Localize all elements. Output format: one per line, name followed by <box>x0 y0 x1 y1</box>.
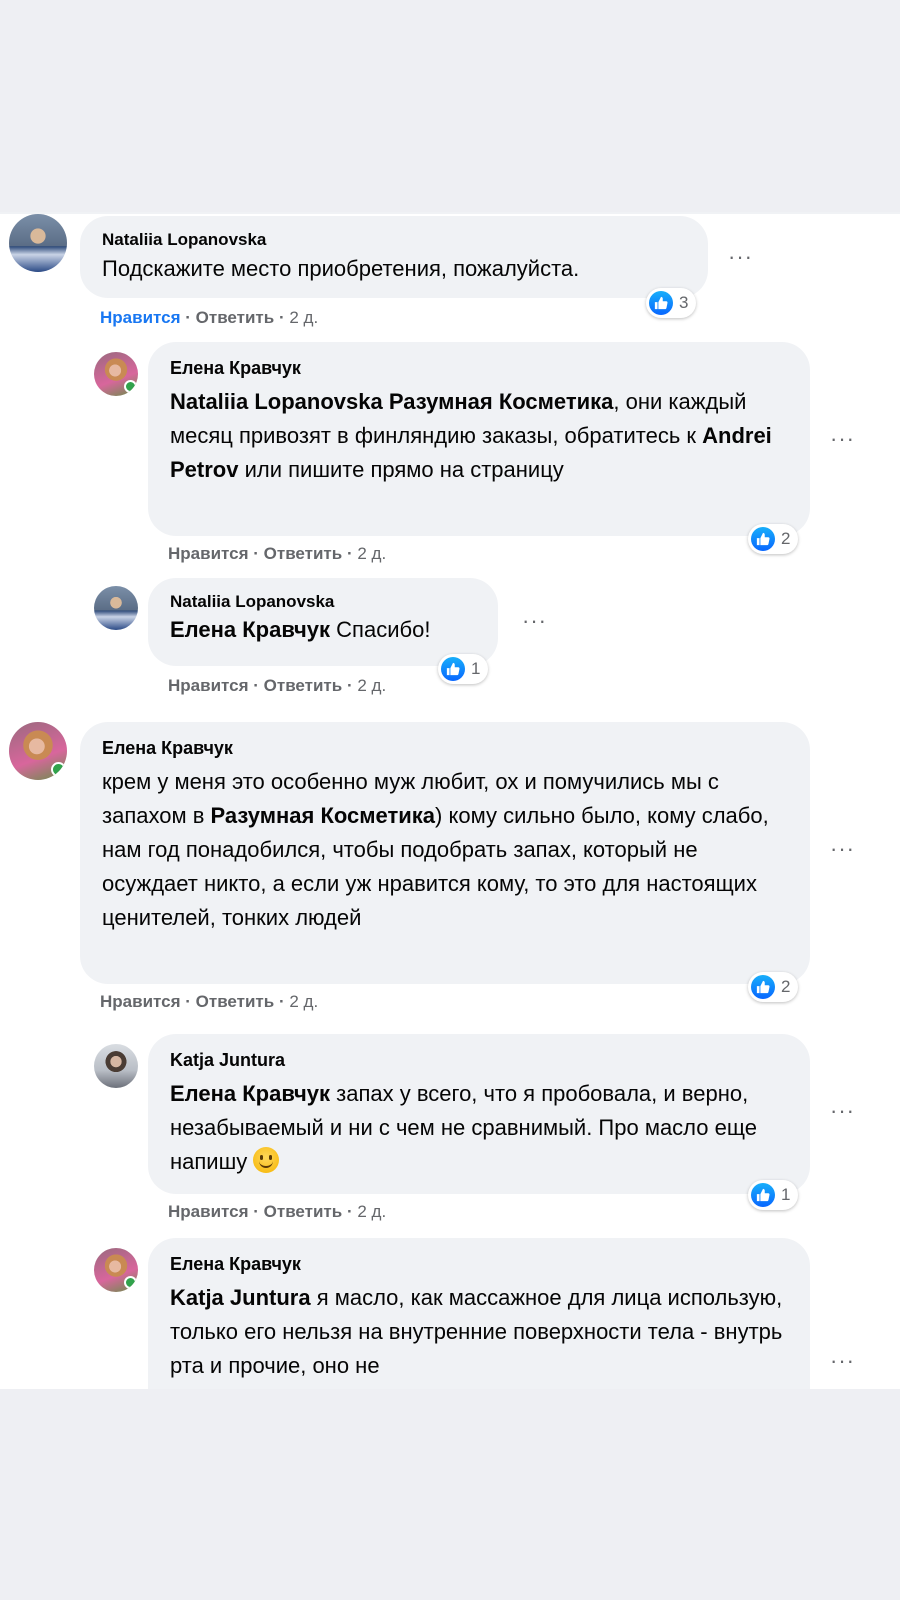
separator: · <box>253 544 259 563</box>
mention-link[interactable]: Nataliia Lopanovska Разумная Косметика <box>170 389 613 414</box>
comment: Елена Кравчук Katja Juntura я масло, как… <box>0 1238 900 1389</box>
smile-emoji-icon <box>253 1147 280 1173</box>
comment-actions: Нравится · Ответить · 2 д. <box>100 308 318 328</box>
like-button[interactable]: Нравится <box>100 308 181 327</box>
comment-text: Katja Juntura я масло, как массажное для… <box>170 1285 783 1378</box>
more-options-icon[interactable]: ··· <box>522 610 547 632</box>
mention-link[interactable]: Разумная Косметика <box>211 803 436 828</box>
avatar[interactable] <box>94 1248 138 1292</box>
reaction-count[interactable]: 3 <box>646 288 697 318</box>
comment: Nataliia Lopanovska Подскажите место при… <box>0 214 900 334</box>
separator: · <box>185 308 191 327</box>
mention-link[interactable]: Елена Кравчук <box>170 617 330 642</box>
separator: · <box>278 308 285 327</box>
like-reaction-icon <box>751 527 775 551</box>
timestamp[interactable]: 2 д. <box>289 992 318 1011</box>
avatar[interactable] <box>9 214 67 272</box>
mention-link[interactable]: Katja Juntura <box>170 1285 311 1310</box>
comment: Елена Кравчук Nataliia Lopanovska Разумн… <box>0 342 900 572</box>
more-options-icon[interactable]: ··· <box>830 838 855 860</box>
separator: · <box>185 992 191 1011</box>
more-options-icon[interactable]: ··· <box>830 428 855 450</box>
timestamp[interactable]: 2 д. <box>289 308 318 327</box>
comment-author[interactable]: Nataliia Lopanovska <box>170 592 476 612</box>
comment-bubble: Nataliia Lopanovska Подскажите место при… <box>80 216 708 298</box>
comment-bubble: Katja Juntura Елена Кравчук запах у всег… <box>148 1034 810 1194</box>
avatar[interactable] <box>94 352 138 396</box>
reply-button[interactable]: Ответить <box>264 544 343 563</box>
avatar[interactable] <box>9 722 67 780</box>
comment-author[interactable]: Елена Кравчук <box>102 738 788 759</box>
reply-button[interactable]: Ответить <box>196 992 275 1011</box>
comment-actions: Нравится · Ответить · 2 д. <box>168 544 386 564</box>
comment-bubble: Елена Кравчук Nataliia Lopanovska Разумн… <box>148 342 810 536</box>
reaction-count[interactable]: 2 <box>748 524 799 554</box>
more-options-icon[interactable]: ··· <box>830 1350 855 1372</box>
like-reaction-icon <box>441 657 465 681</box>
timestamp[interactable]: 2 д. <box>357 676 386 695</box>
mention-link[interactable]: Елена Кравчук <box>170 1081 330 1106</box>
comment-author[interactable]: Елена Кравчук <box>170 1254 788 1275</box>
like-button[interactable]: Нравится <box>168 544 249 563</box>
comment-author[interactable]: Nataliia Lopanovska <box>102 230 686 250</box>
comment: Katja Juntura Елена Кравчук запах у всег… <box>0 1034 900 1224</box>
separator: · <box>278 992 285 1011</box>
comment-author[interactable]: Елена Кравчук <box>170 358 788 379</box>
comment-text: Nataliia Lopanovska Разумная Косметика, … <box>170 389 772 482</box>
separator: · <box>346 544 353 563</box>
separator: · <box>346 676 353 695</box>
online-status-indicator <box>124 1276 137 1289</box>
comment-bubble: Елена Кравчук Katja Juntura я масло, как… <box>148 1238 810 1389</box>
like-reaction-icon <box>751 1183 775 1207</box>
comment-text: Елена Кравчук запах у всего, что я пробо… <box>170 1081 757 1174</box>
comment-text: Подскажите место приобретения, пожалуйст… <box>102 256 580 281</box>
comments-panel: Nataliia Lopanovska Подскажите место при… <box>0 212 900 1389</box>
more-options-icon[interactable]: ··· <box>830 1100 855 1122</box>
timestamp[interactable]: 2 д. <box>357 544 386 563</box>
reaction-count[interactable]: 1 <box>438 654 489 684</box>
like-button[interactable]: Нравится <box>168 676 249 695</box>
comment: Nataliia Lopanovska Елена Кравчук Спасиб… <box>0 578 900 708</box>
comment-text: крем у меня это особенно муж любит, ох и… <box>102 769 769 930</box>
comment-actions: Нравится · Ответить · 2 д. <box>168 1202 386 1222</box>
online-status-indicator <box>51 762 66 777</box>
avatar[interactable] <box>94 1044 138 1088</box>
reply-button[interactable]: Ответить <box>264 676 343 695</box>
comment: Елена Кравчук крем у меня это особенно м… <box>0 722 900 1022</box>
like-reaction-icon <box>649 291 673 315</box>
comment-actions: Нравится · Ответить · 2 д. <box>100 992 318 1012</box>
reaction-count[interactable]: 2 <box>748 972 799 1002</box>
reply-button[interactable]: Ответить <box>196 308 275 327</box>
separator: · <box>253 1202 259 1221</box>
timestamp[interactable]: 2 д. <box>357 1202 386 1221</box>
comment-bubble: Nataliia Lopanovska Елена Кравчук Спасиб… <box>148 578 498 666</box>
comment-bubble: Елена Кравчук крем у меня это особенно м… <box>80 722 810 984</box>
like-button[interactable]: Нравится <box>168 1202 249 1221</box>
more-options-icon[interactable]: ··· <box>728 246 753 268</box>
comment-actions: Нравится · Ответить · 2 д. <box>168 676 386 696</box>
like-reaction-icon <box>751 975 775 999</box>
reply-button[interactable]: Ответить <box>264 1202 343 1221</box>
separator: · <box>253 676 259 695</box>
avatar[interactable] <box>94 586 138 630</box>
comment-author[interactable]: Katja Juntura <box>170 1050 788 1071</box>
online-status-indicator <box>124 380 137 393</box>
comment-text: Елена Кравчук Спасибо! <box>170 617 431 642</box>
like-button[interactable]: Нравится <box>100 992 181 1011</box>
reaction-count[interactable]: 1 <box>748 1180 799 1210</box>
separator: · <box>346 1202 353 1221</box>
